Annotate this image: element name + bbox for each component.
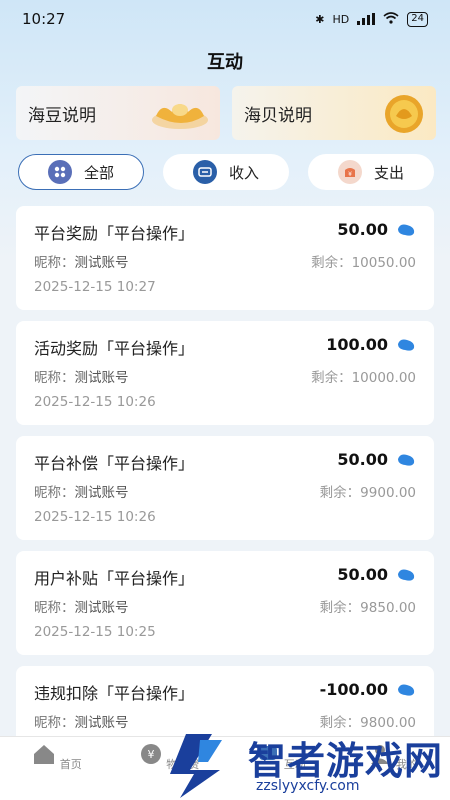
record-time: 2025-12-15 10:25 — [34, 624, 156, 640]
record-balance: 剩余：10000.00 — [311, 370, 416, 386]
filter-label: 支出 — [373, 163, 404, 182]
hai-dou-info-card[interactable]: 海豆说明 — [16, 86, 220, 140]
record-item[interactable]: 用户补贴「平台操作」 50.00 昵称：测试账号 剩余：9850.00 2025… — [16, 551, 434, 655]
bean-icon — [398, 569, 415, 581]
filter-label: 全部 — [83, 163, 114, 182]
bean-icon — [398, 224, 415, 236]
svg-text:¥: ¥ — [348, 171, 352, 178]
record-title: 平台补偿「平台操作」 — [34, 454, 195, 473]
filter-all-button[interactable]: 全部 — [18, 154, 144, 190]
gold-coin-icon — [385, 95, 423, 133]
record-time: 2025-12-15 10:26 — [34, 509, 156, 525]
record-item[interactable]: 平台奖励「平台操作」 50.00 昵称：测试账号 剩余：10050.00 202… — [16, 206, 434, 310]
record-amount: 50.00 — [337, 220, 388, 239]
record-time: 2025-12-15 10:27 — [34, 279, 156, 295]
record-title: 平台奖励「平台操作」 — [34, 224, 195, 243]
battery-icon: 24 — [407, 11, 428, 27]
record-time: 2025-12-15 10:26 — [34, 394, 156, 410]
grid-icon — [47, 160, 72, 184]
watermark-url: zzslyyxcfy.com — [256, 778, 360, 794]
filter-income-button[interactable]: 收入 — [163, 154, 289, 190]
record-amount: 100.00 — [326, 335, 388, 354]
record-amount: -100.00 — [319, 680, 388, 699]
watermark: 智者游戏网 zzslyyxcfy.com — [150, 726, 450, 800]
record-balance: 剩余：9850.00 — [319, 600, 416, 616]
watermark-logo-icon — [170, 734, 222, 798]
gold-ingot-icon — [152, 104, 208, 129]
record-title: 违规扣除「平台操作」 — [34, 684, 195, 703]
record-title: 活动奖励「平台操作」 — [34, 339, 195, 358]
bluetooth-icon: ✱ — [315, 12, 325, 26]
record-nickname: 昵称：测试账号 — [34, 715, 129, 731]
record-title: 用户补贴「平台操作」 — [34, 569, 195, 588]
expense-icon: ¥ — [337, 160, 362, 184]
info-card-label: 海贝说明 — [244, 105, 312, 126]
bean-icon — [398, 454, 415, 466]
record-balance: 剩余：10050.00 — [311, 255, 416, 271]
income-icon — [192, 160, 217, 184]
record-amount: 50.00 — [337, 565, 388, 584]
page-title: 互动 — [207, 52, 243, 73]
status-icons: ✱ HD 24 — [315, 11, 428, 27]
tab-home[interactable]: 首页 — [12, 743, 102, 772]
record-nickname: 昵称：测试账号 — [34, 370, 129, 386]
filter-expense-button[interactable]: ¥ 支出 — [308, 154, 434, 190]
info-card-label: 海豆说明 — [28, 105, 96, 126]
record-balance: 剩余：9900.00 — [319, 485, 416, 501]
status-bar: 10:27 ✱ HD 24 — [0, 0, 450, 38]
record-item[interactable]: 活动奖励「平台操作」 100.00 昵称：测试账号 剩余：10000.00 20… — [16, 321, 434, 425]
record-nickname: 昵称：测试账号 — [34, 600, 129, 616]
watermark-text: 智者游戏网 — [248, 739, 444, 783]
home-icon — [34, 745, 55, 764]
bean-icon — [398, 339, 415, 351]
network-label: HD — [332, 12, 350, 26]
wifi-icon — [383, 11, 399, 27]
filter-label: 收入 — [228, 163, 259, 182]
hai-bei-info-card[interactable]: 海贝说明 — [232, 86, 436, 140]
signal-icon — [357, 13, 376, 25]
bean-icon — [398, 684, 415, 696]
status-time: 10:27 — [22, 10, 66, 28]
record-item[interactable]: 平台补偿「平台操作」 50.00 昵称：测试账号 剩余：9900.00 2025… — [16, 436, 434, 540]
filter-bar: 全部 收入 ¥ 支出 — [18, 154, 434, 192]
record-nickname: 昵称：测试账号 — [34, 485, 129, 501]
tab-label: 首页 — [59, 758, 82, 771]
record-amount: 50.00 — [337, 450, 388, 469]
record-nickname: 昵称：测试账号 — [34, 255, 129, 271]
